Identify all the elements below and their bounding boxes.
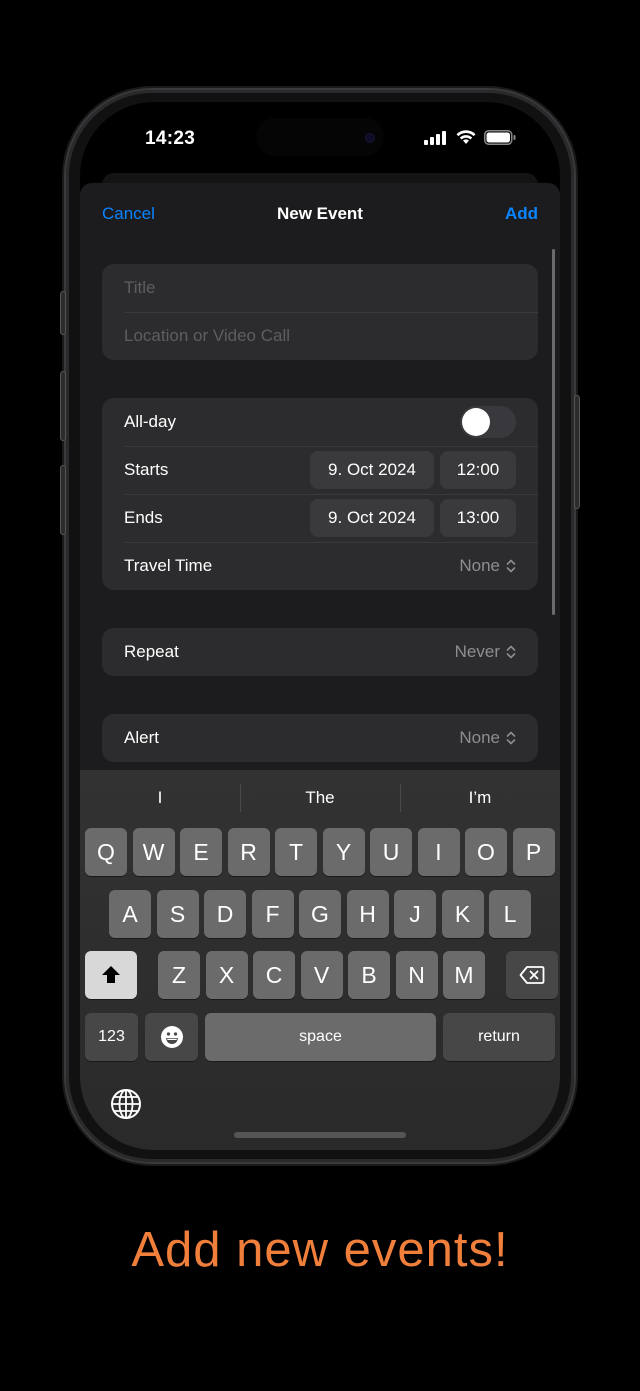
key-row-4: 123 space return xyxy=(80,1013,560,1061)
key-w[interactable]: W xyxy=(132,828,175,876)
repeat-select[interactable]: Never xyxy=(455,642,516,662)
key-m[interactable]: M xyxy=(443,951,485,999)
alert-select[interactable]: None xyxy=(459,728,516,748)
chevron-up-down-icon xyxy=(506,731,516,745)
title-input[interactable]: Title xyxy=(124,278,516,298)
key-t[interactable]: T xyxy=(275,828,317,876)
wifi-icon xyxy=(456,130,476,144)
key-u[interactable]: U xyxy=(370,828,412,876)
key-c[interactable]: C xyxy=(253,951,295,999)
delete-backspace-icon xyxy=(519,966,545,984)
starts-label: Starts xyxy=(124,460,169,479)
travel-time-select[interactable]: None xyxy=(459,556,516,576)
repeat-label: Repeat xyxy=(124,642,179,661)
location-input[interactable]: Location or Video Call xyxy=(124,326,516,346)
key-y[interactable]: Y xyxy=(322,828,365,876)
key-row-2: ASDFGHJKL xyxy=(80,890,560,938)
battery-icon xyxy=(484,130,516,145)
tagline: Add new events! xyxy=(131,1223,509,1277)
numbers-key[interactable]: 123 xyxy=(85,1013,138,1061)
key-g[interactable]: G xyxy=(299,890,341,938)
key-r[interactable]: R xyxy=(227,828,270,876)
emoji-key[interactable] xyxy=(145,1013,198,1061)
key-q[interactable]: Q xyxy=(85,828,127,876)
letter-keys-row-3: ZXCVBNM xyxy=(158,951,485,999)
key-d[interactable]: D xyxy=(204,890,246,938)
cellular-signal-icon xyxy=(424,130,446,145)
key-n[interactable]: N xyxy=(395,951,438,999)
travel-time-row[interactable]: Travel Time None xyxy=(102,542,538,590)
key-row-3: ZXCVBNM xyxy=(80,951,560,999)
alert-row[interactable]: Alert None xyxy=(102,714,538,762)
suggestion-item[interactable]: The xyxy=(240,770,400,826)
alert-value: None xyxy=(459,728,500,747)
ends-label: Ends xyxy=(124,508,163,527)
key-b[interactable]: B xyxy=(348,951,390,999)
action-button xyxy=(61,292,65,334)
keyboard: I The I’m QWERTYUIOP ASDFGHJKL ZXCVBNM 1… xyxy=(80,770,560,1150)
key-k[interactable]: K xyxy=(441,890,484,938)
key-i[interactable]: I xyxy=(417,828,460,876)
location-row[interactable]: Location or Video Call xyxy=(102,312,538,360)
delete-key[interactable] xyxy=(506,951,558,999)
all-day-row: All-day xyxy=(102,398,538,446)
volume-down-button xyxy=(61,466,65,534)
suggestion-item[interactable]: I’m xyxy=(400,770,560,826)
title-location-group: Title Location or Video Call xyxy=(102,264,538,360)
key-l[interactable]: L xyxy=(489,890,531,938)
suggestion-item[interactable]: I xyxy=(80,770,240,826)
repeat-row[interactable]: Repeat Never xyxy=(102,628,538,676)
key-x[interactable]: X xyxy=(205,951,248,999)
shift-icon xyxy=(102,966,120,983)
power-button xyxy=(575,396,579,508)
key-f[interactable]: F xyxy=(251,890,294,938)
add-button[interactable]: Add xyxy=(505,204,538,224)
start-time-button[interactable]: 12:00 xyxy=(440,451,516,489)
travel-time-label: Travel Time xyxy=(124,556,213,575)
suggestion-bar: I The I’m xyxy=(80,770,560,826)
schedule-group: All-day Starts 9. Oct 2024 12:00 Ends 9.… xyxy=(102,398,538,590)
status-bar: 14:23 xyxy=(80,102,560,172)
home-indicator[interactable] xyxy=(234,1132,406,1138)
end-time-button[interactable]: 13:00 xyxy=(440,499,516,537)
all-day-toggle[interactable] xyxy=(460,406,516,438)
key-row-1: QWERTYUIOP xyxy=(80,828,560,876)
globe-icon[interactable] xyxy=(110,1088,142,1120)
key-j[interactable]: J xyxy=(394,890,436,938)
key-s[interactable]: S xyxy=(156,890,199,938)
return-key[interactable]: return xyxy=(443,1013,555,1061)
scrollbar[interactable] xyxy=(552,249,555,615)
emoji-icon xyxy=(160,1026,183,1048)
shift-key[interactable] xyxy=(85,951,137,999)
nav-bar: Cancel New Event Add xyxy=(80,183,560,247)
key-z[interactable]: Z xyxy=(158,951,200,999)
toggle-knob xyxy=(462,408,490,436)
ends-row: Ends 9. Oct 2024 13:00 xyxy=(102,494,538,542)
chevron-up-down-icon xyxy=(506,559,516,573)
alert-group: Alert None xyxy=(102,714,538,762)
phone-screen: 14:23 Cancel New Event Add Title Locatio… xyxy=(80,102,560,1150)
chevron-up-down-icon xyxy=(506,645,516,659)
alert-label: Alert xyxy=(124,728,159,747)
all-day-label: All-day xyxy=(124,412,176,431)
key-h[interactable]: H xyxy=(346,890,389,938)
end-date-button[interactable]: 9. Oct 2024 xyxy=(310,499,434,537)
title-row[interactable]: Title xyxy=(102,264,538,312)
travel-time-value: None xyxy=(459,556,500,575)
starts-row: Starts 9. Oct 2024 12:00 xyxy=(102,446,538,494)
space-key[interactable]: space xyxy=(205,1013,436,1061)
key-p[interactable]: P xyxy=(512,828,555,876)
page-title: New Event xyxy=(277,204,363,223)
volume-up-button xyxy=(61,372,65,440)
key-a[interactable]: A xyxy=(109,890,151,938)
key-o[interactable]: O xyxy=(465,828,507,876)
status-time: 14:23 xyxy=(145,128,196,149)
repeat-group: Repeat Never xyxy=(102,628,538,676)
key-v[interactable]: V xyxy=(300,951,343,999)
key-e[interactable]: E xyxy=(180,828,222,876)
repeat-value: Never xyxy=(454,642,500,661)
start-date-button[interactable]: 9. Oct 2024 xyxy=(310,451,434,489)
camera-icon xyxy=(365,133,375,143)
